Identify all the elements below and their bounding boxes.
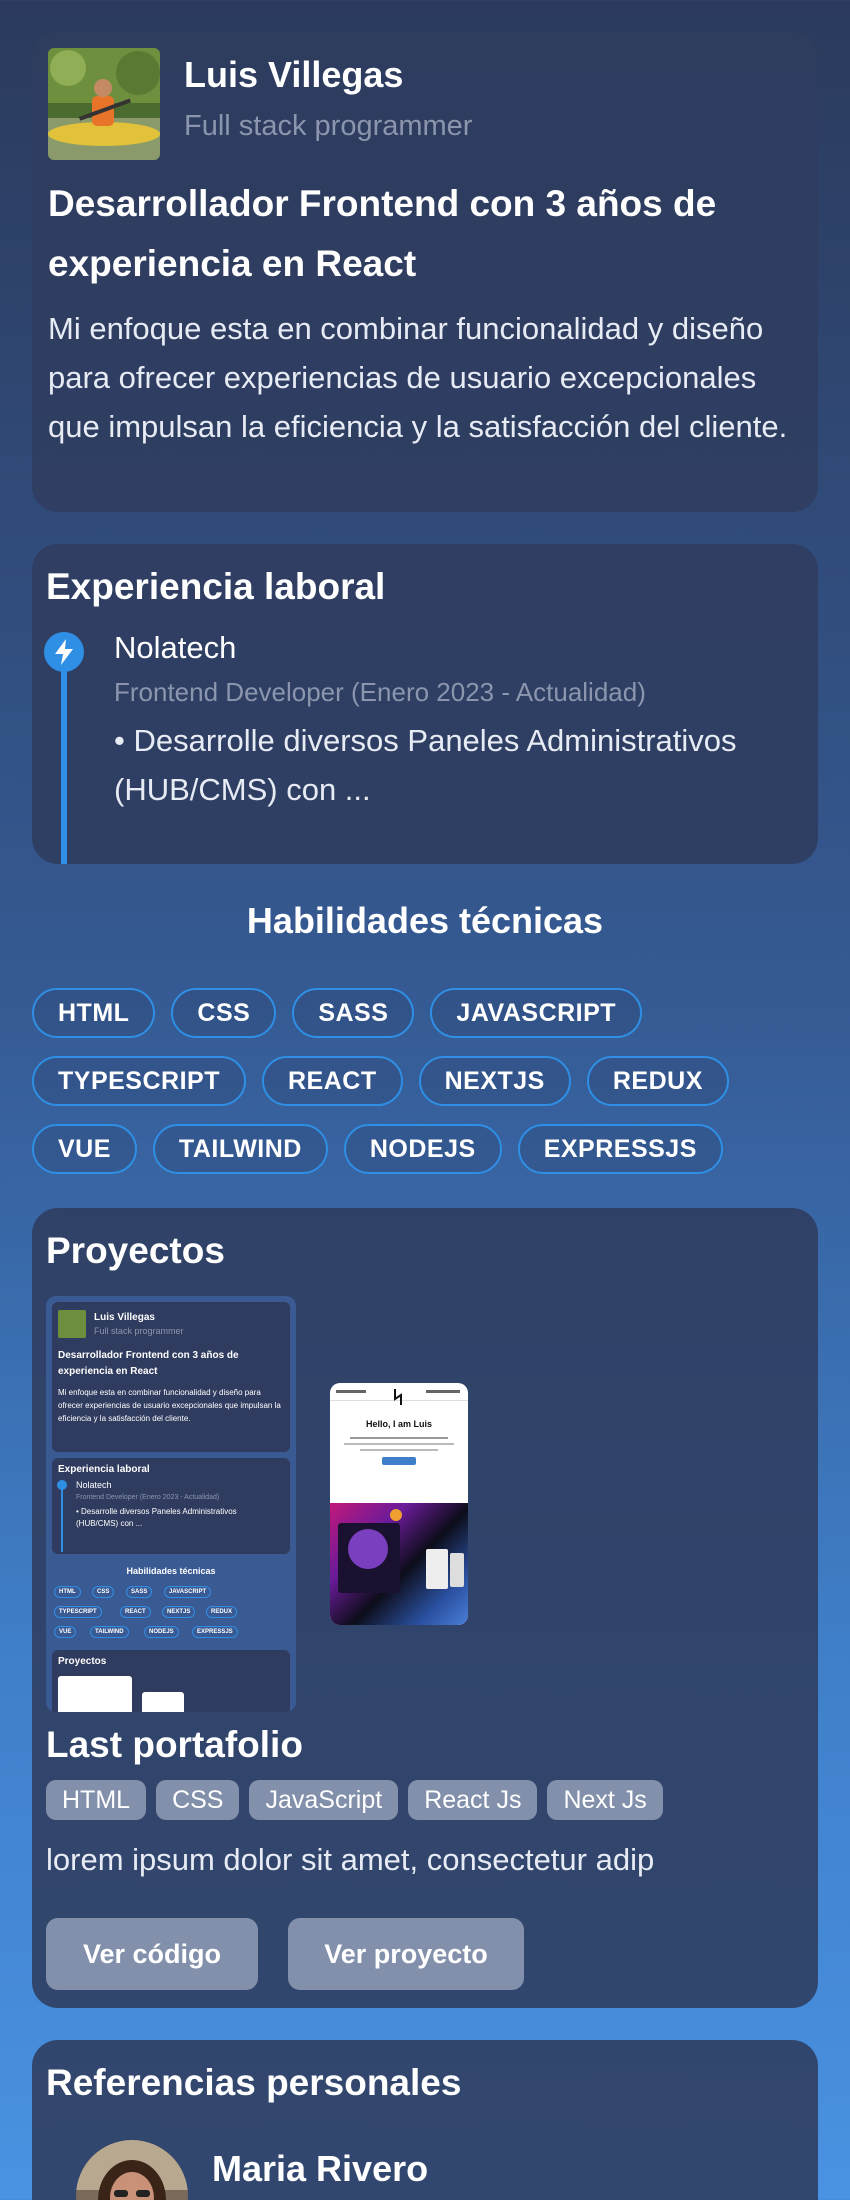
project-tag: HTML (46, 1780, 147, 1820)
skills-title: Habilidades técnicas (246, 900, 604, 941)
references-title: Referencias personales (46, 2062, 462, 2103)
profile-role: Full stack programmer (184, 110, 473, 142)
project-tag: CSS (156, 1780, 240, 1820)
profile-name: Luis Villegas (184, 54, 404, 95)
project-tags: HTML CSS JavaScript React Js Next Js (46, 1780, 663, 1820)
experience-description: • Desarrolle diversos Paneles Administra… (114, 723, 737, 807)
reference-avatar (76, 2140, 188, 2200)
skills-row-2: TYPESCRIPT REACT NEXTJS REDUX (32, 1056, 729, 1106)
skill-pill: TAILWIND (152, 1124, 328, 1174)
profile-bio: Mi enfoque esta en combinar funcionalida… (48, 311, 788, 444)
projects-card: Proyectos Luis Villegas Full stack progr… (32, 1208, 818, 2008)
skill-pill: REACT (261, 1056, 403, 1106)
skill-pill: NEXTJS (418, 1056, 571, 1106)
skill-pill: NODEJS (343, 1124, 502, 1174)
view-project-button[interactable]: Ver proyecto (288, 1918, 524, 1990)
timeline-line (61, 644, 67, 864)
project-tag: React Js (408, 1780, 538, 1820)
project-name: Last portafolio (46, 1724, 303, 1765)
project-description: lorem ipsum dolor sit amet, consectetur … (46, 1842, 655, 1877)
preview-hero: Hello, I am Luis (365, 1419, 432, 1429)
skill-pill: EXPRESSJS (517, 1124, 723, 1174)
skill-pill: HTML (32, 988, 156, 1038)
view-code-button[interactable]: Ver código (46, 1918, 258, 1990)
lightning-icon (44, 632, 84, 672)
experience-position: Frontend Developer (Enero 2023 - Actuali… (114, 677, 646, 707)
skills-row-1: HTML CSS SASS JAVASCRIPT (32, 988, 643, 1038)
skill-pill: REDUX (586, 1056, 729, 1106)
experience-company: Nolatech (114, 630, 237, 665)
profile-avatar (48, 48, 160, 160)
skill-pill: JAVASCRIPT (430, 988, 643, 1038)
project-tag: Next Js (547, 1780, 663, 1820)
project-screenshot-mobile[interactable]: Hello, I am Luis (330, 1383, 468, 1625)
references-card: Referencias personales Maria Rivero (32, 2040, 818, 2200)
profile-card: Luis Villegas Full stack programmer Desa… (32, 32, 818, 512)
reference-name: Maria Rivero (212, 2148, 429, 2189)
experience-title: Experiencia laboral (46, 566, 386, 607)
skill-pill: TYPESCRIPT (32, 1056, 246, 1106)
skill-pill: CSS (171, 988, 277, 1038)
skill-pill: SASS (292, 988, 415, 1038)
project-screenshot-desktop[interactable]: Luis Villegas Full stack programmer Desa… (46, 1296, 296, 1712)
experience-card: Experiencia laboral Nolatech Frontend De… (32, 544, 818, 864)
skill-pill: VUE (32, 1124, 137, 1174)
projects-title: Proyectos (46, 1230, 225, 1271)
profile-headline: Desarrollador Frontend con 3 años de exp… (48, 183, 717, 284)
project-tag: JavaScript (249, 1780, 399, 1820)
skills-row-3: VUE TAILWIND NODEJS EXPRESSJS (32, 1124, 723, 1174)
